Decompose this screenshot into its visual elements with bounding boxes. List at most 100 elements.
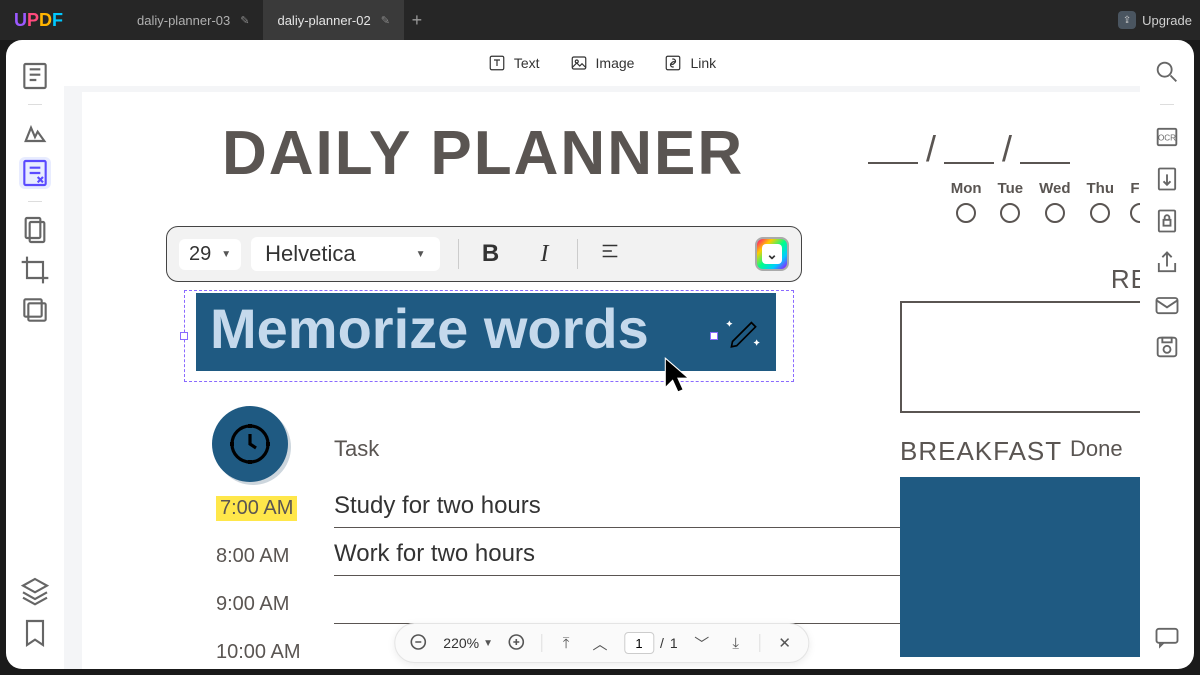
crop-tool-icon[interactable]: [19, 254, 51, 286]
image-icon: [570, 54, 588, 72]
text-tool-button[interactable]: Text: [488, 54, 540, 72]
svg-text:OCR: OCR: [1158, 134, 1176, 143]
close-bar-button[interactable]: ✕: [775, 633, 795, 653]
link-tool-label: Link: [690, 55, 716, 71]
caret-down-icon: ▼: [416, 249, 426, 260]
search-icon[interactable]: [1153, 58, 1181, 86]
share-icon[interactable]: [1153, 249, 1181, 277]
day-circle-icon[interactable]: [1130, 203, 1140, 223]
tab-inactive[interactable]: daliy-planner-03 ✎: [123, 0, 263, 40]
font-family-value: Helvetica: [265, 241, 355, 267]
separator: [458, 239, 459, 269]
weekday[interactable]: Tue: [998, 180, 1024, 223]
tab-label: daliy-planner-03: [137, 13, 230, 28]
zoom-page-bar[interactable]: 220% ▼ ⤒ ︿ / 1 ﹀ ⤓ ✕: [394, 623, 809, 663]
caret-down-icon: ▼: [221, 249, 231, 260]
weekday[interactable]: Mon: [951, 180, 982, 223]
separator: [28, 104, 42, 105]
italic-button[interactable]: I: [531, 241, 559, 268]
left-toolbar: [6, 40, 64, 669]
canvas[interactable]: DAILY PLANNER // Mon Tue Wed Thu Fri: [64, 86, 1140, 669]
separator: [577, 239, 578, 269]
day-circle-icon[interactable]: [1045, 203, 1065, 223]
breakfast-section: BREAKFAST: [900, 436, 1140, 657]
weekday[interactable]: Fri: [1130, 180, 1140, 223]
separator: [1160, 104, 1174, 105]
chat-icon[interactable]: [1153, 623, 1181, 651]
text-tool-label: Text: [514, 55, 540, 71]
reader-tool-icon[interactable]: [19, 60, 51, 92]
convert-icon[interactable]: [1153, 165, 1181, 193]
tabs: daliy-planner-03 ✎ daliy-planner-02 ✎ +: [123, 0, 430, 40]
date-field[interactable]: //: [868, 128, 1070, 170]
workspace: Text Image Link DAILY PLANNER // Mon Tue: [6, 40, 1194, 669]
image-tool-button[interactable]: Image: [570, 54, 635, 72]
font-family-select[interactable]: Helvetica ▼: [251, 237, 439, 271]
weekday[interactable]: Thu: [1087, 180, 1115, 223]
remember-section: REME: [900, 264, 1140, 413]
image-tool-label: Image: [596, 55, 635, 71]
remember-box[interactable]: [900, 301, 1140, 413]
day-circle-icon[interactable]: [956, 203, 976, 223]
editor-center: Text Image Link DAILY PLANNER // Mon Tue: [64, 40, 1140, 669]
zoom-in-button[interactable]: [507, 633, 527, 653]
breakfast-box[interactable]: [900, 477, 1140, 657]
caret-down-icon: ▼: [483, 638, 493, 649]
page-total: 1: [670, 635, 678, 651]
task-time[interactable]: 10:00 AM: [204, 641, 334, 664]
pencil-icon[interactable]: ✎: [381, 14, 390, 27]
zoom-out-button[interactable]: [409, 633, 429, 653]
align-button[interactable]: [596, 240, 624, 269]
prev-page-button[interactable]: ︿: [590, 633, 610, 653]
title-bar: UPDF daliy-planner-03 ✎ daliy-planner-02…: [0, 0, 1200, 40]
font-size-select[interactable]: 29 ▼: [179, 239, 241, 270]
new-tab-button[interactable]: +: [404, 0, 430, 40]
editing-text-block[interactable]: Memorize words: [184, 290, 794, 382]
pencil-icon[interactable]: ✎: [240, 14, 249, 27]
highlight-tool-icon[interactable]: [19, 117, 51, 149]
ai-pencil-icon[interactable]: [722, 310, 764, 352]
app-logo: UPDF: [14, 10, 63, 31]
resize-handle-left[interactable]: [180, 332, 188, 340]
page-indicator: / 1: [624, 632, 678, 654]
email-icon[interactable]: [1153, 291, 1181, 319]
save-icon[interactable]: [1153, 333, 1181, 361]
link-tool-button[interactable]: Link: [664, 54, 716, 72]
text-format-toolbar[interactable]: 29 ▼ Helvetica ▼ B I: [166, 226, 802, 282]
clock-icon: [212, 406, 288, 482]
last-page-button[interactable]: ⤓: [726, 633, 746, 653]
font-size-value: 29: [189, 243, 211, 266]
right-toolbar: OCR: [1140, 40, 1194, 669]
next-page-button[interactable]: ﹀: [692, 633, 712, 653]
task-time[interactable]: 9:00 AM: [204, 593, 334, 616]
weekdays-row: Mon Tue Wed Thu Fri: [951, 180, 1140, 223]
day-circle-icon[interactable]: [1000, 203, 1020, 223]
remember-title[interactable]: REME: [900, 264, 1140, 295]
task-time[interactable]: 8:00 AM: [204, 545, 334, 568]
text-icon: [488, 54, 506, 72]
day-circle-icon[interactable]: [1090, 203, 1110, 223]
upgrade-button[interactable]: ⇪ Upgrade: [1118, 11, 1192, 29]
breakfast-title[interactable]: BREAKFAST: [900, 436, 1140, 467]
task-time[interactable]: 7:00 AM: [216, 496, 297, 521]
bold-button[interactable]: B: [477, 240, 505, 268]
ocr-icon[interactable]: OCR: [1153, 123, 1181, 151]
layers-icon[interactable]: [19, 575, 51, 607]
pages-tool-icon[interactable]: [19, 214, 51, 246]
separator: [28, 201, 42, 202]
color-picker-button[interactable]: [755, 237, 789, 271]
first-page-button[interactable]: ⤒: [556, 633, 576, 653]
link-icon: [664, 54, 682, 72]
page-input[interactable]: [624, 632, 654, 654]
separator: [541, 634, 542, 652]
bookmark-icon[interactable]: [19, 617, 51, 649]
cursor-icon: [659, 354, 701, 401]
edit-tool-icon[interactable]: [19, 157, 51, 189]
tab-active[interactable]: daliy-planner-02 ✎: [263, 0, 403, 40]
edit-tools-row: Text Image Link: [64, 40, 1140, 86]
stamp-tool-icon[interactable]: [19, 294, 51, 326]
weekday[interactable]: Wed: [1039, 180, 1070, 223]
zoom-level-select[interactable]: 220% ▼: [443, 635, 493, 651]
resize-handle-right[interactable]: [710, 332, 718, 340]
protect-icon[interactable]: [1153, 207, 1181, 235]
